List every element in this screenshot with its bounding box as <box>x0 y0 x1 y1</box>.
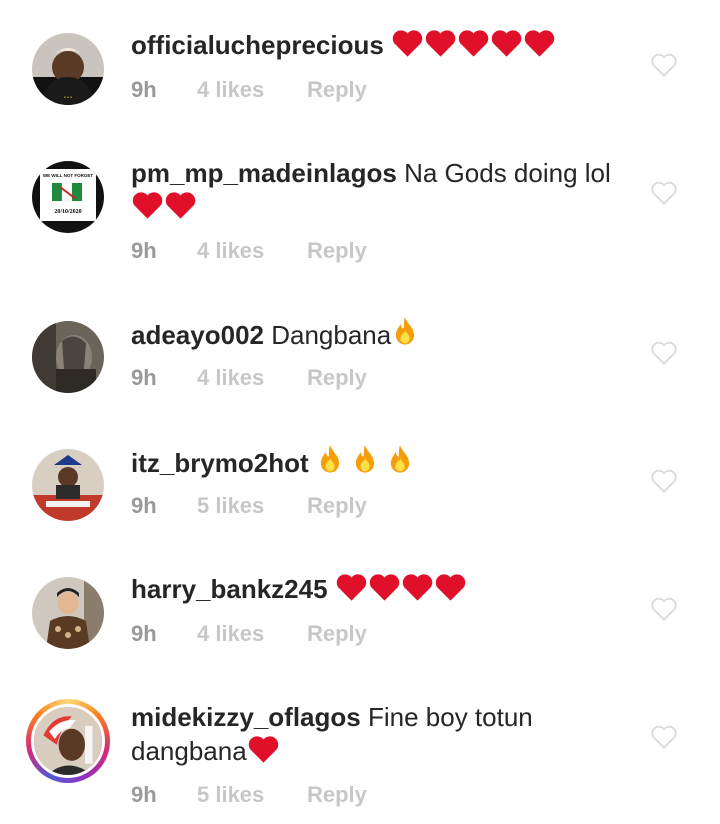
timestamp: 9h <box>131 238 157 263</box>
heart-outline-icon <box>651 725 677 749</box>
likes-count[interactable]: 4 likes <box>197 365 307 391</box>
comment-body: itz_brymo2hot <box>131 444 631 480</box>
username[interactable]: pm_mp_madeinlagos <box>131 158 397 188</box>
fire-emoji <box>356 445 375 473</box>
comment-meta: 9h 5 likes Reply <box>131 782 367 808</box>
red-heart-emoji <box>458 30 489 57</box>
username[interactable]: adeayo002 <box>131 320 264 350</box>
timestamp: 9h <box>131 77 157 102</box>
likes-count[interactable]: 4 likes <box>197 77 307 103</box>
red-heart-emoji <box>524 30 555 57</box>
comment-meta: 9h 4 likes Reply <box>131 77 367 103</box>
red-heart-emoji <box>165 192 196 219</box>
like-button[interactable] <box>650 596 678 622</box>
reply-button[interactable]: Reply <box>307 782 367 808</box>
comment-body: pm_mp_madeinlagos Na Gods doing lol <box>131 156 631 224</box>
like-button[interactable] <box>650 340 678 366</box>
red-heart-emoji <box>425 30 456 57</box>
red-heart-emoji <box>435 574 466 601</box>
red-heart-emoji <box>248 736 278 763</box>
username[interactable]: harry_bankz245 <box>131 574 328 604</box>
comment-text: Dangbana <box>271 317 419 350</box>
username[interactable]: itz_brymo2hot <box>131 448 309 478</box>
likes-count[interactable]: 5 likes <box>197 493 307 519</box>
red-heart-emoji <box>132 192 163 219</box>
red-heart-emoji <box>336 574 367 601</box>
timestamp: 9h <box>131 782 157 807</box>
red-heart-emoji <box>402 574 433 601</box>
reply-button[interactable]: Reply <box>307 621 367 647</box>
red-heart-emoji <box>369 574 400 601</box>
red-heart-emoji <box>491 30 522 57</box>
heart-outline-icon <box>651 341 677 365</box>
username[interactable]: midekizzy_oflagos <box>131 702 361 732</box>
comment-meta: 9h 4 likes Reply <box>131 365 367 391</box>
timestamp: 9h <box>131 621 157 646</box>
reply-button[interactable]: Reply <box>307 77 367 103</box>
comment-text <box>316 445 414 478</box>
comment-body: harry_bankz245 <box>131 572 631 606</box>
svg-text:WE WILL NOT FORGET: WE WILL NOT FORGET <box>43 173 93 178</box>
heart-outline-icon <box>651 469 677 493</box>
fire-emoji <box>320 445 340 473</box>
heart-outline-icon <box>651 53 677 77</box>
reply-button[interactable]: Reply <box>307 238 367 264</box>
fire-emoji <box>396 317 415 345</box>
comment-meta: 9h 4 likes Reply <box>131 621 367 647</box>
like-button[interactable] <box>650 52 678 78</box>
like-button[interactable] <box>650 180 678 206</box>
username[interactable]: officialucheprecious <box>131 30 384 60</box>
timestamp: 9h <box>131 365 157 390</box>
avatar <box>31 704 105 778</box>
like-button[interactable] <box>650 468 678 494</box>
timestamp: 9h <box>131 493 157 518</box>
red-heart-emoji <box>392 30 423 57</box>
avatar[interactable] <box>32 321 104 393</box>
avatar-story-ring[interactable] <box>26 699 110 783</box>
comment-meta: 9h 4 likes Reply <box>131 238 367 264</box>
comment-text <box>335 574 467 604</box>
comment-meta: 9h 5 likes Reply <box>131 493 367 519</box>
heart-outline-icon <box>651 597 677 621</box>
svg-text:• • •: • • • <box>64 95 72 101</box>
avatar[interactable]: • • • <box>32 33 104 105</box>
like-button[interactable] <box>650 724 678 750</box>
likes-count[interactable]: 4 likes <box>197 621 307 647</box>
comment-body: adeayo002 Dangbana <box>131 316 631 352</box>
svg-text:20/10/2020: 20/10/2020 <box>54 209 81 215</box>
likes-count[interactable]: 4 likes <box>197 238 307 264</box>
comment-text <box>391 30 556 60</box>
likes-count[interactable]: 5 likes <box>197 782 307 808</box>
avatar[interactable] <box>32 449 104 521</box>
comment-body: officialucheprecious <box>131 28 631 62</box>
comment-body: midekizzy_oflagos Fine boy totun dangban… <box>131 700 631 768</box>
heart-outline-icon <box>651 181 677 205</box>
reply-button[interactable]: Reply <box>307 365 367 391</box>
fire-emoji <box>391 445 410 473</box>
avatar[interactable]: WE WILL NOT FORGET 20/10/2020 <box>32 161 104 233</box>
reply-button[interactable]: Reply <box>307 493 367 519</box>
avatar[interactable] <box>32 577 104 649</box>
